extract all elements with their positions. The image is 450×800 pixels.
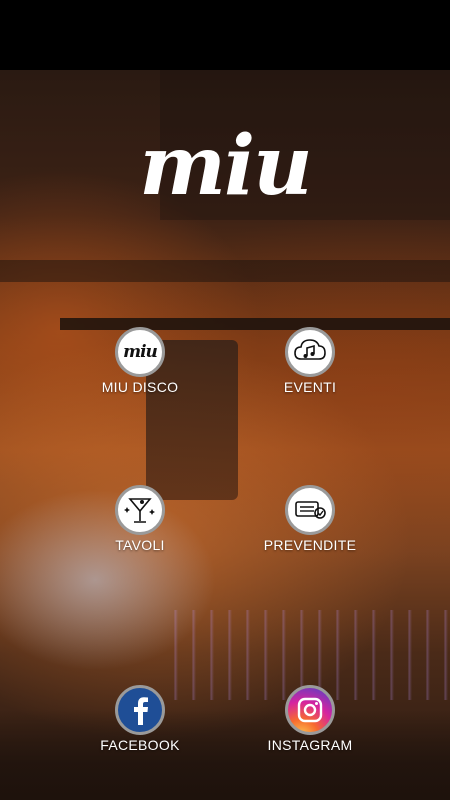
tickets-icon bbox=[285, 485, 335, 535]
menu-item-miu-disco[interactable]: miu MIU DISCO bbox=[65, 327, 215, 395]
menu-label-tavoli: TAVOLI bbox=[115, 537, 165, 553]
truss-beam-top bbox=[0, 260, 450, 282]
cocktail-icon bbox=[115, 485, 165, 535]
miu-logo-icon-text: miu bbox=[123, 342, 158, 362]
miu-logo-icon: miu bbox=[115, 327, 165, 377]
app-logo: miu bbox=[139, 118, 313, 214]
menu-label-prevendite: PREVENDITE bbox=[263, 537, 357, 553]
music-cloud-icon bbox=[285, 327, 335, 377]
menu-item-eventi[interactable]: EVENTI bbox=[235, 327, 385, 395]
menu-label-facebook: FACEBOOK bbox=[100, 737, 180, 753]
menu-label-eventi: EVENTI bbox=[283, 379, 337, 395]
menu-item-tavoli[interactable]: TAVOLI bbox=[65, 485, 215, 553]
menu-label-miu-disco: MIU DISCO bbox=[101, 379, 179, 395]
instagram-icon bbox=[285, 685, 335, 735]
menu-item-prevendite[interactable]: PREVENDITE bbox=[235, 485, 385, 553]
status-bar bbox=[0, 0, 450, 70]
menu-item-instagram[interactable]: INSTAGRAM bbox=[235, 685, 385, 753]
menu-item-facebook[interactable]: FACEBOOK bbox=[65, 685, 215, 753]
facebook-icon bbox=[115, 685, 165, 735]
menu-label-instagram: INSTAGRAM bbox=[267, 737, 353, 753]
